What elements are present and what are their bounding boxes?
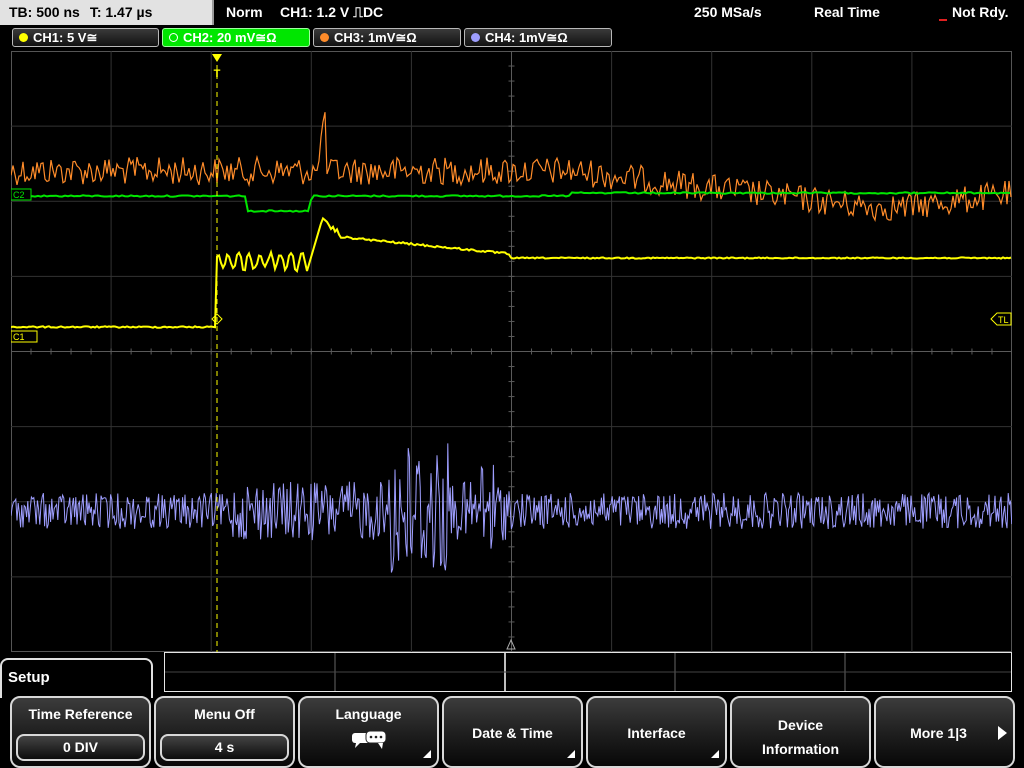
ready-indicator-icon [939,19,947,21]
more-button[interactable]: More 1|3 [874,696,1015,768]
language-label: Language [335,706,402,722]
timebase-value: TB: 500 ns [9,4,80,20]
menu-off-value: 4 s [160,734,289,761]
time-reference-button[interactable]: Time Reference 0 DIV [10,696,151,768]
status-bar: TB: 500 ns T: 1.47 µs Norm CH1: 1.2 V ⎍DC… [0,0,1024,25]
trigger-position-marker[interactable]: T [212,54,222,652]
ch1-label: CH1: 5 V≅ [33,30,98,45]
ch2-color-icon [169,33,178,42]
speech-bubbles-icon [352,730,387,749]
timebase-readout[interactable]: TB: 500 ns T: 1.47 µs [0,0,214,25]
graticule [11,51,1012,652]
zoom-scale-bar [164,652,1012,692]
ch2-marker-label: C2 [13,190,25,200]
menu-title: Setup [8,669,50,686]
time-reference-label: Time Reference [28,706,133,722]
ch3-label: CH3: 1mV≅Ω [334,30,417,45]
waveform-display[interactable]: T C2 C1 TL [11,51,1012,652]
ch4-label: CH4: 1mV≅Ω [485,30,568,45]
device-information-button[interactable]: Device Information [730,696,871,768]
date-time-button[interactable]: Date & Time [442,696,583,768]
device-information-label: Device Information [762,717,839,757]
submenu-corner-icon [567,750,575,758]
tab-ch3[interactable]: CH3: 1mV≅Ω [313,28,461,47]
ch2-label: CH2: 20 mV≅Ω [183,30,277,45]
tab-ch4[interactable]: CH4: 1mV≅Ω [464,28,612,47]
trigger-level-marker[interactable]: TL [990,312,1012,326]
ch3-color-icon [320,33,329,42]
ch4-color-icon [471,33,480,42]
ch1-color-icon [19,33,28,42]
waveform-svg: T C2 C1 TL [11,51,1012,652]
acquisition-mode[interactable]: Real Time [814,0,880,25]
trigger-time-value: T: 1.47 µs [89,4,153,20]
interface-button[interactable]: Interface [586,696,727,768]
date-time-label: Date & Time [472,725,553,741]
interface-label: Interface [627,725,686,741]
menu-off-label: Menu Off [194,706,255,722]
right-arrow-icon [998,726,1007,740]
trigger-setting[interactable]: CH1: 1.2 V ⎍DC [280,0,383,25]
more-label: More 1|3 [910,725,967,741]
submenu-corner-icon [711,750,719,758]
sample-rate: 250 MSa/s [694,4,762,20]
ready-status: Not Rdy. [952,4,1009,20]
submenu-corner-icon [423,750,431,758]
trigger-marker-label: T [214,68,221,80]
ch1-marker-label: C1 [13,332,25,342]
trigger-level-label: TL [998,315,1009,325]
language-button[interactable]: Language [298,696,439,768]
tab-ch1[interactable]: CH1: 5 V≅ [12,28,159,47]
trigger-mode[interactable]: Norm [226,0,263,25]
tab-ch2[interactable]: CH2: 20 mV≅Ω [162,28,310,47]
time-reference-value: 0 DIV [16,734,145,761]
softkey-bar: Time Reference 0 DIV Menu Off 4 s Langua… [0,696,1024,768]
ch1-offset-marker[interactable]: C1 [11,330,38,343]
ch2-offset-marker[interactable]: C2 [11,188,32,201]
menu-off-button[interactable]: Menu Off 4 s [154,696,295,768]
